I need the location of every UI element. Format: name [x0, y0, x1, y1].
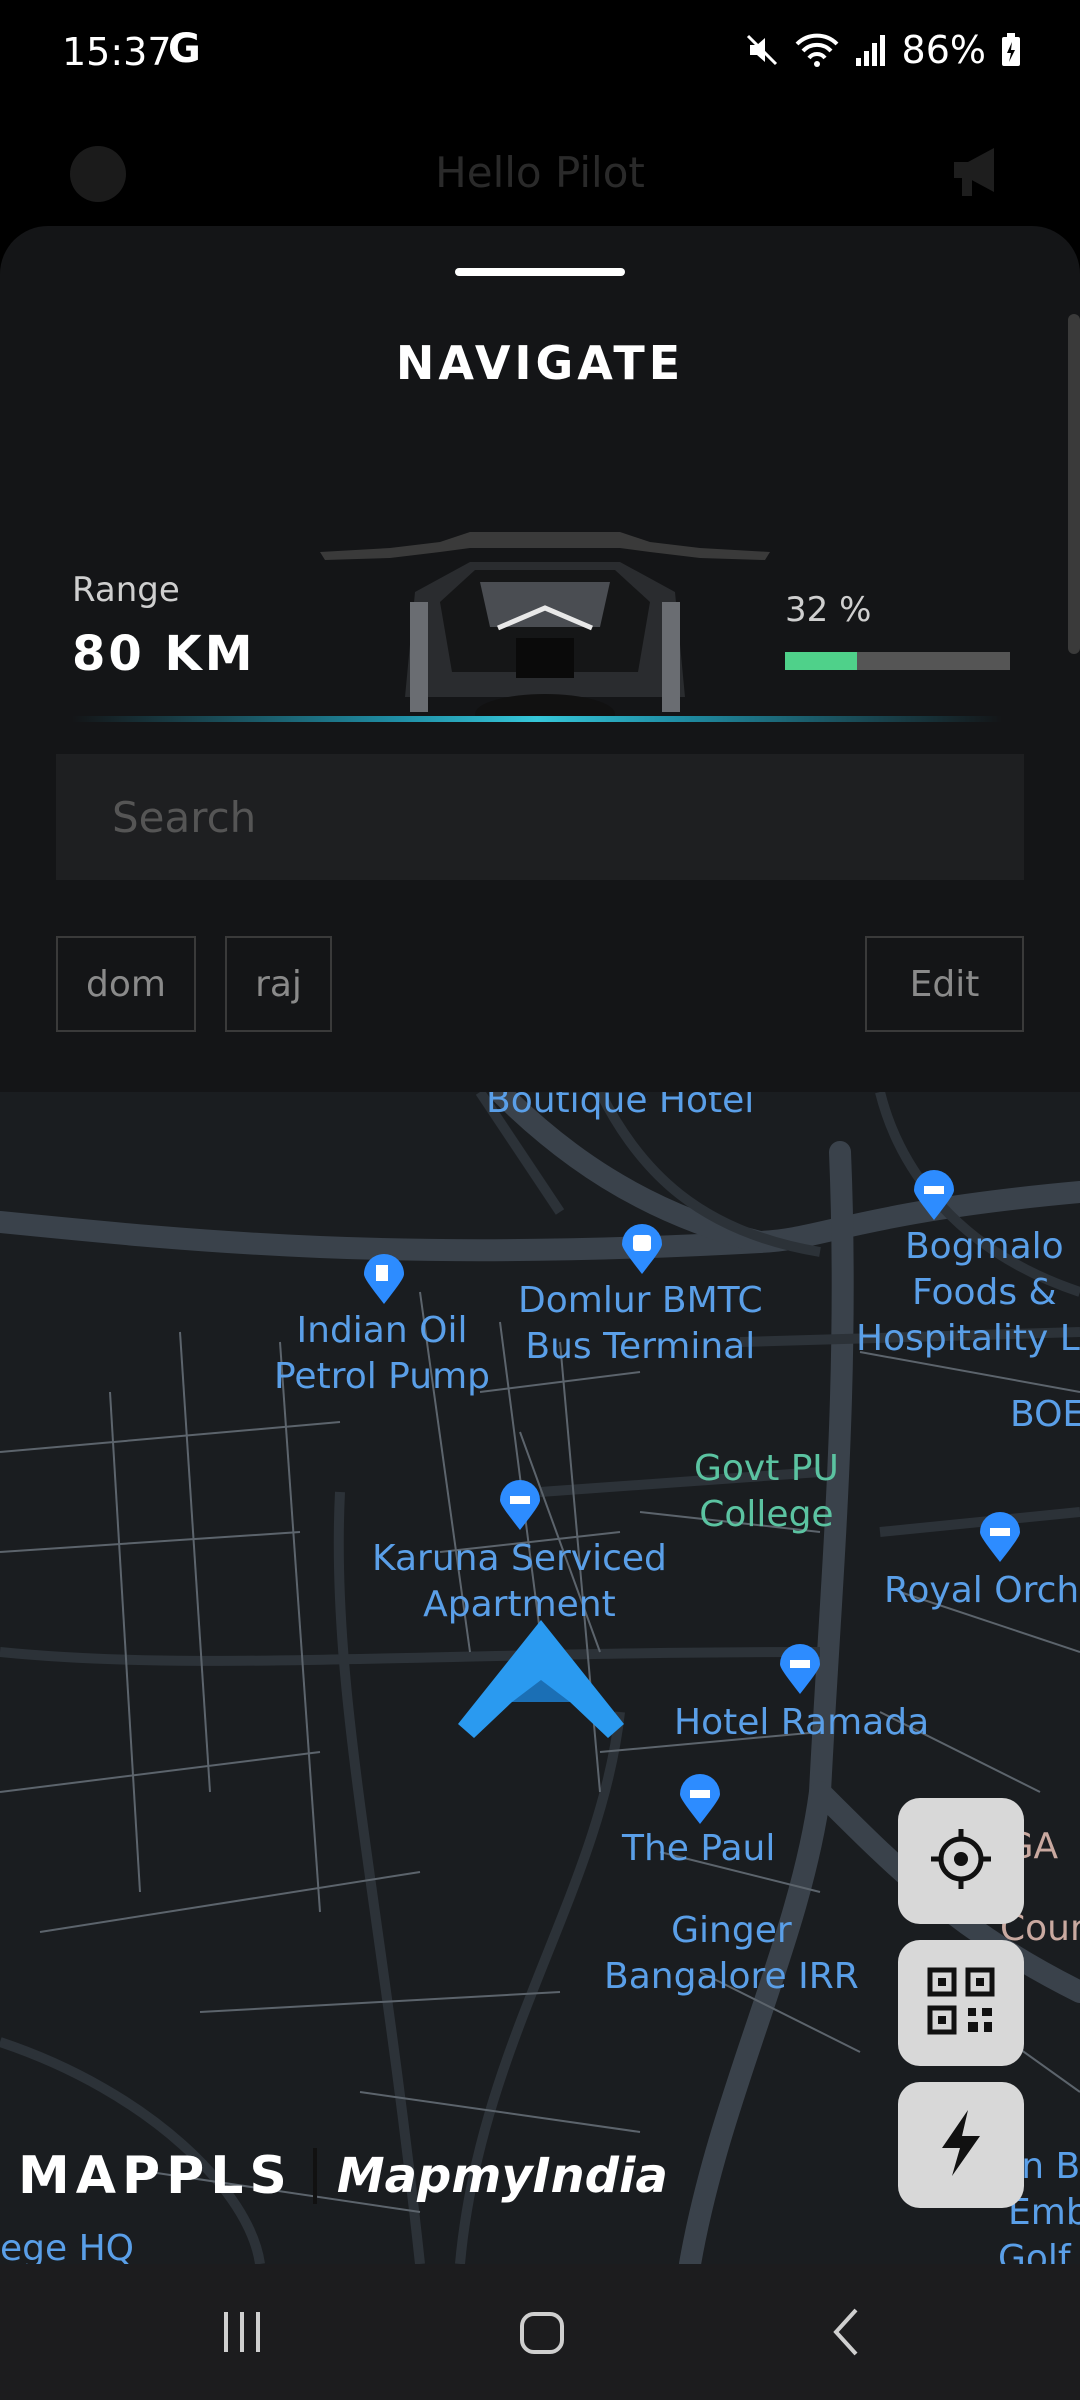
poi-domlur-line2: Bus Terminal	[525, 1326, 756, 1367]
poi-ginger-bangalore[interactable]: Ginger Bangalore IRR	[604, 1908, 859, 2000]
attribution-divider	[312, 2148, 317, 2204]
map-view[interactable]: Boutique Hotel Bogmalo Foods & Hospitali…	[0, 1092, 1080, 2264]
hotel-pin-icon	[500, 1480, 540, 1530]
poi-ege-hq[interactable]: ege HQ	[0, 2228, 134, 2264]
poi-bogmalo[interactable]: Bogmalo Foods & Hospitality Llp	[856, 1224, 1080, 1362]
poi-bogmalo-line2: Foods &	[912, 1272, 1057, 1313]
poi-karuna-serviced[interactable]: Karuna Serviced Apartment	[372, 1536, 667, 1628]
poi-indian-oil[interactable]: Indian Oil Petrol Pump	[274, 1308, 490, 1400]
poi-ginger-line1: Ginger	[671, 1910, 792, 1951]
poi-domlur-bmtc[interactable]: Domlur BMTC Bus Terminal	[518, 1278, 763, 1370]
poi-bogmalo-line1: Bogmalo	[904, 1226, 1064, 1267]
poi-the-paul[interactable]: The Paul	[622, 1826, 775, 1872]
qr-code-icon	[926, 1966, 996, 2040]
megaphone-icon	[948, 142, 1012, 206]
fuel-pin-icon	[364, 1254, 404, 1304]
battery-level-fill	[785, 652, 857, 670]
crosshair-icon	[929, 1827, 993, 1895]
map-attribution: MAPPLS MapmyIndia	[18, 2146, 668, 2206]
poi-hilton-line3: Golf	[998, 2238, 1071, 2264]
edit-button[interactable]: Edit	[865, 936, 1024, 1032]
battery-percent-text: 32 %	[785, 590, 872, 630]
status-bar: 15:37 G 86%	[0, 0, 1080, 110]
hotel-pin-icon	[980, 1512, 1020, 1562]
poi-domlur-line1: Domlur BMTC	[518, 1280, 763, 1321]
saved-place-dom[interactable]: dom	[56, 936, 196, 1032]
lightning-icon	[936, 2108, 986, 2182]
sheet-title: NAVIGATE	[395, 336, 685, 390]
recenter-button[interactable]	[898, 1798, 1024, 1924]
mute-icon	[744, 32, 780, 68]
search-input[interactable]: Search	[56, 754, 1024, 880]
charging-stations-button[interactable]	[898, 2082, 1024, 2208]
bus-pin-icon	[622, 1224, 662, 1274]
mapmyindia-logo: MapmyIndia	[336, 2148, 668, 2204]
poi-boe[interactable]: BOE	[1010, 1392, 1080, 1438]
poi-karuna-line1: Karuna Serviced	[372, 1538, 667, 1579]
hotel-pin-icon	[780, 1644, 820, 1694]
poi-royal-orchid[interactable]: Royal Orch	[884, 1568, 1079, 1614]
hotel-pin-icon	[680, 1774, 720, 1824]
poi-govt-pu-college[interactable]: Govt PU College	[694, 1446, 839, 1538]
poi-indian-oil-line1: Indian Oil	[296, 1310, 468, 1351]
background-header: Hello Pilot	[0, 110, 1080, 230]
range-value: 80 KM	[72, 626, 256, 682]
navigate-sheet: NAVIGATE Range 80 KM 32 % Search dom raj…	[0, 226, 1080, 1096]
range-glow-line	[72, 716, 1002, 722]
status-time: 15:37	[62, 30, 172, 74]
battery-level-bar	[785, 652, 1010, 670]
back-icon[interactable]	[826, 2304, 866, 2364]
poi-indian-oil-line2: Petrol Pump	[274, 1356, 490, 1397]
qr-scan-button[interactable]	[898, 1940, 1024, 2066]
search-placeholder: Search	[112, 792, 257, 842]
range-label: Range	[72, 570, 180, 610]
poi-hotel-ramada[interactable]: Hotel Ramada	[674, 1700, 929, 1746]
poi-boutique-hotel[interactable]: Boutique Hotel	[486, 1092, 754, 1124]
home-icon[interactable]	[518, 2304, 566, 2364]
recents-icon[interactable]	[220, 2304, 264, 2364]
google-icon: G	[168, 26, 201, 72]
status-icons: 86%	[744, 28, 1022, 72]
greeting-text: Hello Pilot	[435, 148, 645, 197]
wifi-icon	[794, 32, 840, 68]
battery-percentage: 86%	[901, 28, 986, 72]
poi-bogmalo-line3: Hospitality Llp	[856, 1318, 1080, 1359]
drag-handle[interactable]	[455, 268, 625, 276]
system-navigation-bar	[0, 2264, 1080, 2400]
signal-icon	[854, 32, 888, 68]
current-location-arrow-icon	[458, 1620, 624, 1738]
battery-icon	[1000, 32, 1022, 68]
hotel-pin-icon	[914, 1170, 954, 1220]
poi-ginger-line2: Bangalore IRR	[604, 1956, 859, 1997]
mappls-logo: MAPPLS	[18, 2146, 293, 2206]
saved-place-raj[interactable]: raj	[225, 936, 332, 1032]
poi-govt-line1: Govt PU	[694, 1448, 839, 1489]
poi-govt-line2: College	[699, 1494, 834, 1535]
